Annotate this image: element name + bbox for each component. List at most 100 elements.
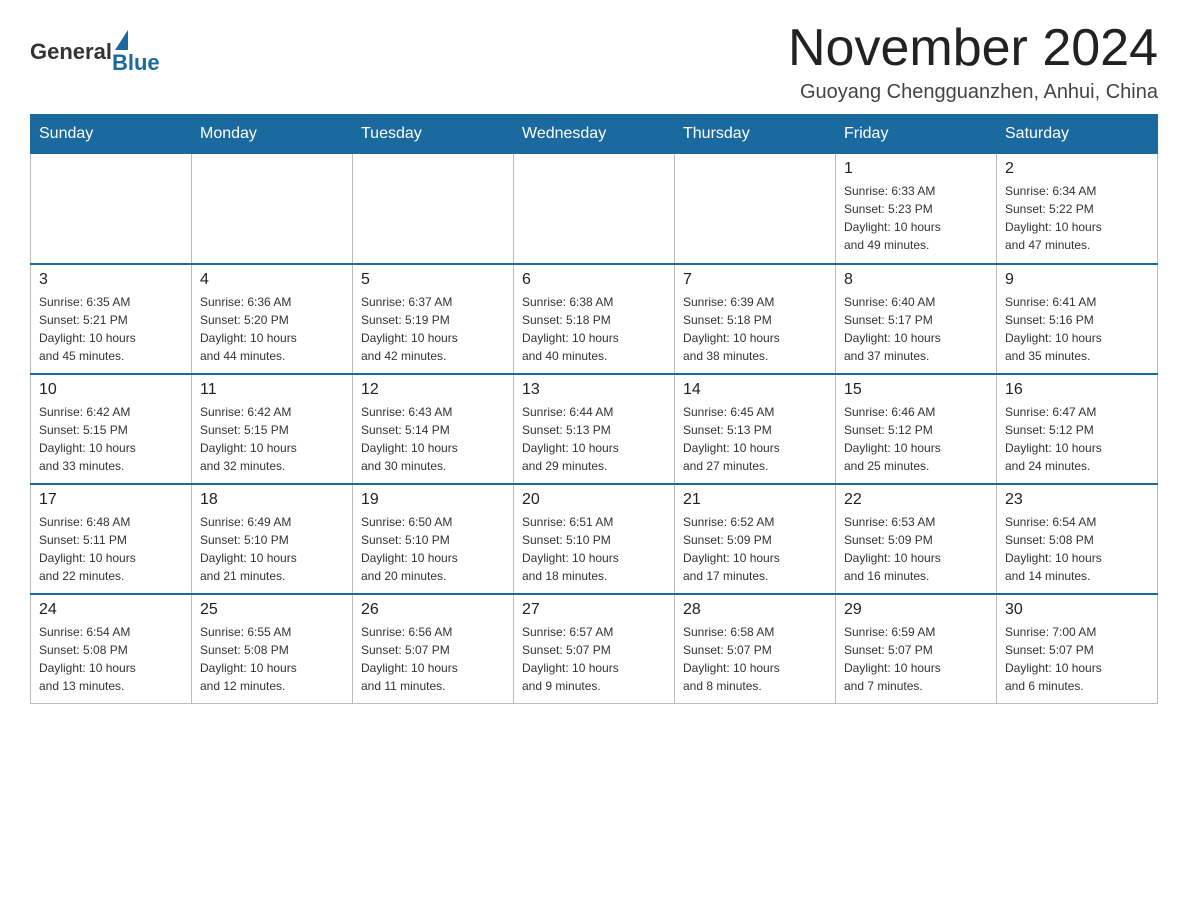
day-info: Sunrise: 6:45 AM Sunset: 5:13 PM Dayligh… xyxy=(683,403,827,475)
day-info: Sunrise: 6:38 AM Sunset: 5:18 PM Dayligh… xyxy=(522,293,666,365)
day-number: 7 xyxy=(683,271,827,289)
day-number: 14 xyxy=(683,381,827,399)
day-number: 4 xyxy=(200,271,344,289)
calendar-cell xyxy=(31,154,192,264)
logo-blue-part: Blue xyxy=(112,30,160,74)
day-info: Sunrise: 6:46 AM Sunset: 5:12 PM Dayligh… xyxy=(844,403,988,475)
day-info: Sunrise: 6:54 AM Sunset: 5:08 PM Dayligh… xyxy=(1005,513,1149,585)
calendar-cell: 13Sunrise: 6:44 AM Sunset: 5:13 PM Dayli… xyxy=(514,374,675,484)
calendar-cell: 1 Sunrise: 6:33 AM Sunset: 5:23 PM Daylig… xyxy=(836,154,997,264)
calendar-week-row: 24 Sunrise: 6:54 AM Sunset: 5:08 PM Dayli… xyxy=(31,594,1158,704)
calendar-cell: 27 Sunrise: 6:57 AM Sunset: 5:07 PM Dayli… xyxy=(514,594,675,704)
calendar-cell: 17 Sunrise: 6:48 AM Sunset: 5:11 PM Dayli… xyxy=(31,484,192,594)
day-number: 16 xyxy=(1005,381,1149,399)
weekday-header-sunday: Sunday xyxy=(31,115,192,154)
day-number: 17 xyxy=(39,491,183,509)
calendar-table: SundayMondayTuesdayWednesdayThursdayFrid… xyxy=(30,114,1158,704)
calendar-cell: 25Sunrise: 6:55 AM Sunset: 5:08 PM Dayli… xyxy=(192,594,353,704)
day-number: 24 xyxy=(39,601,183,619)
calendar-cell: 23 Sunrise: 6:54 AM Sunset: 5:08 PM Dayli… xyxy=(997,484,1158,594)
weekday-header-wednesday: Wednesday xyxy=(514,115,675,154)
day-info: Sunrise: 6:36 AM Sunset: 5:20 PM Dayligh… xyxy=(200,293,344,365)
day-number: 2 xyxy=(1005,160,1149,178)
calendar-week-row: 1 Sunrise: 6:33 AM Sunset: 5:23 PM Daylig… xyxy=(31,154,1158,264)
day-info: Sunrise: 6:34 AM Sunset: 5:22 PM Dayligh… xyxy=(1005,182,1149,254)
day-number: 26 xyxy=(361,601,505,619)
day-number: 12 xyxy=(361,381,505,399)
day-number: 27 xyxy=(522,601,666,619)
day-number: 20 xyxy=(522,491,666,509)
day-number: 8 xyxy=(844,271,988,289)
day-number: 19 xyxy=(361,491,505,509)
day-number: 29 xyxy=(844,601,988,619)
day-info: Sunrise: 7:00 AM Sunset: 5:07 PM Dayligh… xyxy=(1005,623,1149,695)
calendar-cell: 6 Sunrise: 6:38 AM Sunset: 5:18 PM Daylig… xyxy=(514,264,675,374)
day-info: Sunrise: 6:37 AM Sunset: 5:19 PM Dayligh… xyxy=(361,293,505,365)
day-info: Sunrise: 6:41 AM Sunset: 5:16 PM Dayligh… xyxy=(1005,293,1149,365)
calendar-cell: 24 Sunrise: 6:54 AM Sunset: 5:08 PM Dayli… xyxy=(31,594,192,704)
day-info: Sunrise: 6:39 AM Sunset: 5:18 PM Dayligh… xyxy=(683,293,827,365)
day-number: 21 xyxy=(683,491,827,509)
calendar-cell: 10Sunrise: 6:42 AM Sunset: 5:15 PM Dayli… xyxy=(31,374,192,484)
logo: General Blue xyxy=(30,30,160,74)
day-info: Sunrise: 6:47 AM Sunset: 5:12 PM Dayligh… xyxy=(1005,403,1149,475)
calendar-cell: 18Sunrise: 6:49 AM Sunset: 5:10 PM Dayli… xyxy=(192,484,353,594)
weekday-header-friday: Friday xyxy=(836,115,997,154)
calendar-cell: 29 Sunrise: 6:59 AM Sunset: 5:07 PM Dayli… xyxy=(836,594,997,704)
day-info: Sunrise: 6:48 AM Sunset: 5:11 PM Dayligh… xyxy=(39,513,183,585)
day-info: Sunrise: 6:51 AM Sunset: 5:10 PM Dayligh… xyxy=(522,513,666,585)
day-number: 28 xyxy=(683,601,827,619)
calendar-cell: 26 Sunrise: 6:56 AM Sunset: 5:07 PM Dayli… xyxy=(353,594,514,704)
calendar-cell xyxy=(514,154,675,264)
weekday-header-row: SundayMondayTuesdayWednesdayThursdayFrid… xyxy=(31,115,1158,154)
calendar-cell: 14 Sunrise: 6:45 AM Sunset: 5:13 PM Dayli… xyxy=(675,374,836,484)
calendar-cell: 19Sunrise: 6:50 AM Sunset: 5:10 PM Dayli… xyxy=(353,484,514,594)
calendar-cell: 16 Sunrise: 6:47 AM Sunset: 5:12 PM Dayli… xyxy=(997,374,1158,484)
day-info: Sunrise: 6:43 AM Sunset: 5:14 PM Dayligh… xyxy=(361,403,505,475)
day-info: Sunrise: 6:42 AM Sunset: 5:15 PM Dayligh… xyxy=(200,403,344,475)
calendar-cell: 22Sunrise: 6:53 AM Sunset: 5:09 PM Dayli… xyxy=(836,484,997,594)
day-number: 6 xyxy=(522,271,666,289)
calendar-cell xyxy=(353,154,514,264)
location-title: Guoyang Chengguanzhen, Anhui, China xyxy=(788,81,1158,104)
weekday-header-saturday: Saturday xyxy=(997,115,1158,154)
month-title: November 2024 xyxy=(788,20,1158,77)
calendar-week-row: 3Sunrise: 6:35 AM Sunset: 5:21 PM Daylig… xyxy=(31,264,1158,374)
calendar-cell: 3Sunrise: 6:35 AM Sunset: 5:21 PM Daylig… xyxy=(31,264,192,374)
calendar-cell xyxy=(675,154,836,264)
day-info: Sunrise: 6:56 AM Sunset: 5:07 PM Dayligh… xyxy=(361,623,505,695)
day-number: 3 xyxy=(39,271,183,289)
calendar-cell: 28 Sunrise: 6:58 AM Sunset: 5:07 PM Dayli… xyxy=(675,594,836,704)
day-info: Sunrise: 6:58 AM Sunset: 5:07 PM Dayligh… xyxy=(683,623,827,695)
logo-general-text: General xyxy=(30,39,112,65)
calendar-cell: 2 Sunrise: 6:34 AM Sunset: 5:22 PM Daylig… xyxy=(997,154,1158,264)
day-info: Sunrise: 6:59 AM Sunset: 5:07 PM Dayligh… xyxy=(844,623,988,695)
day-info: Sunrise: 6:49 AM Sunset: 5:10 PM Dayligh… xyxy=(200,513,344,585)
day-number: 1 xyxy=(844,160,988,178)
weekday-header-tuesday: Tuesday xyxy=(353,115,514,154)
calendar-cell: 4 Sunrise: 6:36 AM Sunset: 5:20 PM Daylig… xyxy=(192,264,353,374)
day-number: 9 xyxy=(1005,271,1149,289)
day-number: 10 xyxy=(39,381,183,399)
day-info: Sunrise: 6:54 AM Sunset: 5:08 PM Dayligh… xyxy=(39,623,183,695)
day-info: Sunrise: 6:33 AM Sunset: 5:23 PM Dayligh… xyxy=(844,182,988,254)
day-number: 25 xyxy=(200,601,344,619)
calendar-cell: 5 Sunrise: 6:37 AM Sunset: 5:19 PM Daylig… xyxy=(353,264,514,374)
day-number: 22 xyxy=(844,491,988,509)
day-info: Sunrise: 6:40 AM Sunset: 5:17 PM Dayligh… xyxy=(844,293,988,365)
day-info: Sunrise: 6:52 AM Sunset: 5:09 PM Dayligh… xyxy=(683,513,827,585)
title-area: November 2024 Guoyang Chengguanzhen, Anh… xyxy=(788,20,1158,104)
weekday-header-thursday: Thursday xyxy=(675,115,836,154)
day-number: 23 xyxy=(1005,491,1149,509)
calendar-cell: 7 Sunrise: 6:39 AM Sunset: 5:18 PM Daylig… xyxy=(675,264,836,374)
calendar-cell: 8 Sunrise: 6:40 AM Sunset: 5:17 PM Daylig… xyxy=(836,264,997,374)
day-number: 30 xyxy=(1005,601,1149,619)
day-number: 11 xyxy=(200,381,344,399)
weekday-header-monday: Monday xyxy=(192,115,353,154)
day-number: 15 xyxy=(844,381,988,399)
day-info: Sunrise: 6:57 AM Sunset: 5:07 PM Dayligh… xyxy=(522,623,666,695)
calendar-cell xyxy=(192,154,353,264)
calendar-cell: 11 Sunrise: 6:42 AM Sunset: 5:15 PM Dayli… xyxy=(192,374,353,484)
day-number: 5 xyxy=(361,271,505,289)
calendar-cell: 21 Sunrise: 6:52 AM Sunset: 5:09 PM Dayli… xyxy=(675,484,836,594)
